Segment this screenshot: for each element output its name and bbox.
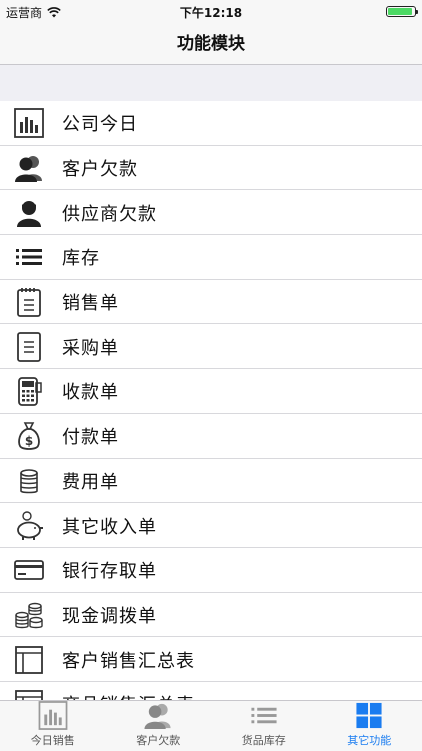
menu-item-label: 客户销售汇总表 [62, 647, 195, 673]
tab-customer-debt[interactable]: 客户欠款 [106, 701, 212, 751]
tab-label: 今日销售 [31, 732, 75, 748]
menu-item-label: 银行存取单 [62, 557, 157, 583]
notepad-icon [0, 286, 58, 318]
tab-label: 货品库存 [242, 732, 286, 748]
menu-item[interactable]: 银行存取单 [0, 548, 422, 593]
bar-chart-icon [37, 701, 69, 730]
menu-item[interactable]: 收款单 [0, 369, 422, 414]
list-icon [248, 701, 280, 730]
customers-icon [0, 152, 58, 184]
menu-item-label: 现金调拨单 [62, 602, 157, 628]
nav-bar: 功能模块 [0, 24, 422, 65]
customers-icon [142, 701, 174, 730]
menu-item-label: 销售单 [62, 289, 119, 315]
bar-chart-icon [0, 107, 58, 139]
credit-card-icon [0, 554, 58, 586]
pos-terminal-icon [0, 375, 58, 407]
clock: 下午12:18 [0, 4, 422, 21]
menu-item[interactable]: $ 付款单 [0, 414, 422, 459]
menu-item[interactable]: 供应商欠款 [0, 190, 422, 235]
menu-item-label: 公司今日 [62, 110, 138, 136]
page-title: 功能模块 [177, 34, 245, 54]
menu-item-label: 收款单 [62, 378, 119, 404]
money-bag-icon: $ [0, 420, 58, 452]
report-icon [0, 688, 58, 700]
menu-item[interactable]: 现金调拨单 [0, 593, 422, 638]
menu-item-label: 客户欠款 [62, 155, 138, 181]
piggy-bank-icon [0, 510, 58, 542]
section-spacer [0, 65, 422, 102]
battery-icon [386, 6, 416, 17]
list-icon [0, 241, 58, 273]
menu-item-label: 其它收入单 [62, 513, 157, 539]
menu-item[interactable]: 库存 [0, 235, 422, 280]
report-icon [0, 644, 58, 676]
menu-item-label: 库存 [62, 244, 100, 270]
document-icon [0, 331, 58, 363]
menu-item[interactable]: 采购单 [0, 324, 422, 369]
tab-inventory[interactable]: 货品库存 [211, 701, 317, 751]
supplier-icon [0, 197, 58, 229]
menu-item[interactable]: 费用单 [0, 459, 422, 504]
tab-other-functions[interactable]: 其它功能 [317, 701, 422, 751]
coins-stack-icon [0, 465, 58, 497]
module-list[interactable]: 公司今日 客户欠款 供应商欠款 库存 销售单 采购单 收款单 [0, 101, 422, 700]
grid-icon [353, 701, 385, 730]
menu-item[interactable]: 销售单 [0, 280, 422, 325]
tab-bar: 今日销售 客户欠款 货品库存 其它功能 [0, 700, 422, 751]
menu-item[interactable]: 商品销售汇总表 [0, 682, 422, 700]
tab-today-sales[interactable]: 今日销售 [0, 701, 106, 751]
menu-item[interactable]: 其它收入单 [0, 503, 422, 548]
status-bar: 运营商 下午12:18 [0, 0, 422, 24]
tab-label: 其它功能 [347, 732, 391, 748]
menu-item-label: 付款单 [62, 423, 119, 449]
menu-item-label: 采购单 [62, 334, 119, 360]
menu-item[interactable]: 客户销售汇总表 [0, 637, 422, 682]
coin-piles-icon [0, 599, 58, 631]
menu-item-label: 供应商欠款 [62, 200, 157, 226]
tab-label: 客户欠款 [136, 732, 180, 748]
menu-item[interactable]: 客户欠款 [0, 146, 422, 191]
menu-item-label: 商品销售汇总表 [62, 691, 195, 700]
svg-text:$: $ [25, 434, 33, 448]
menu-item-label: 费用单 [62, 468, 119, 494]
menu-item[interactable]: 公司今日 [0, 101, 422, 146]
